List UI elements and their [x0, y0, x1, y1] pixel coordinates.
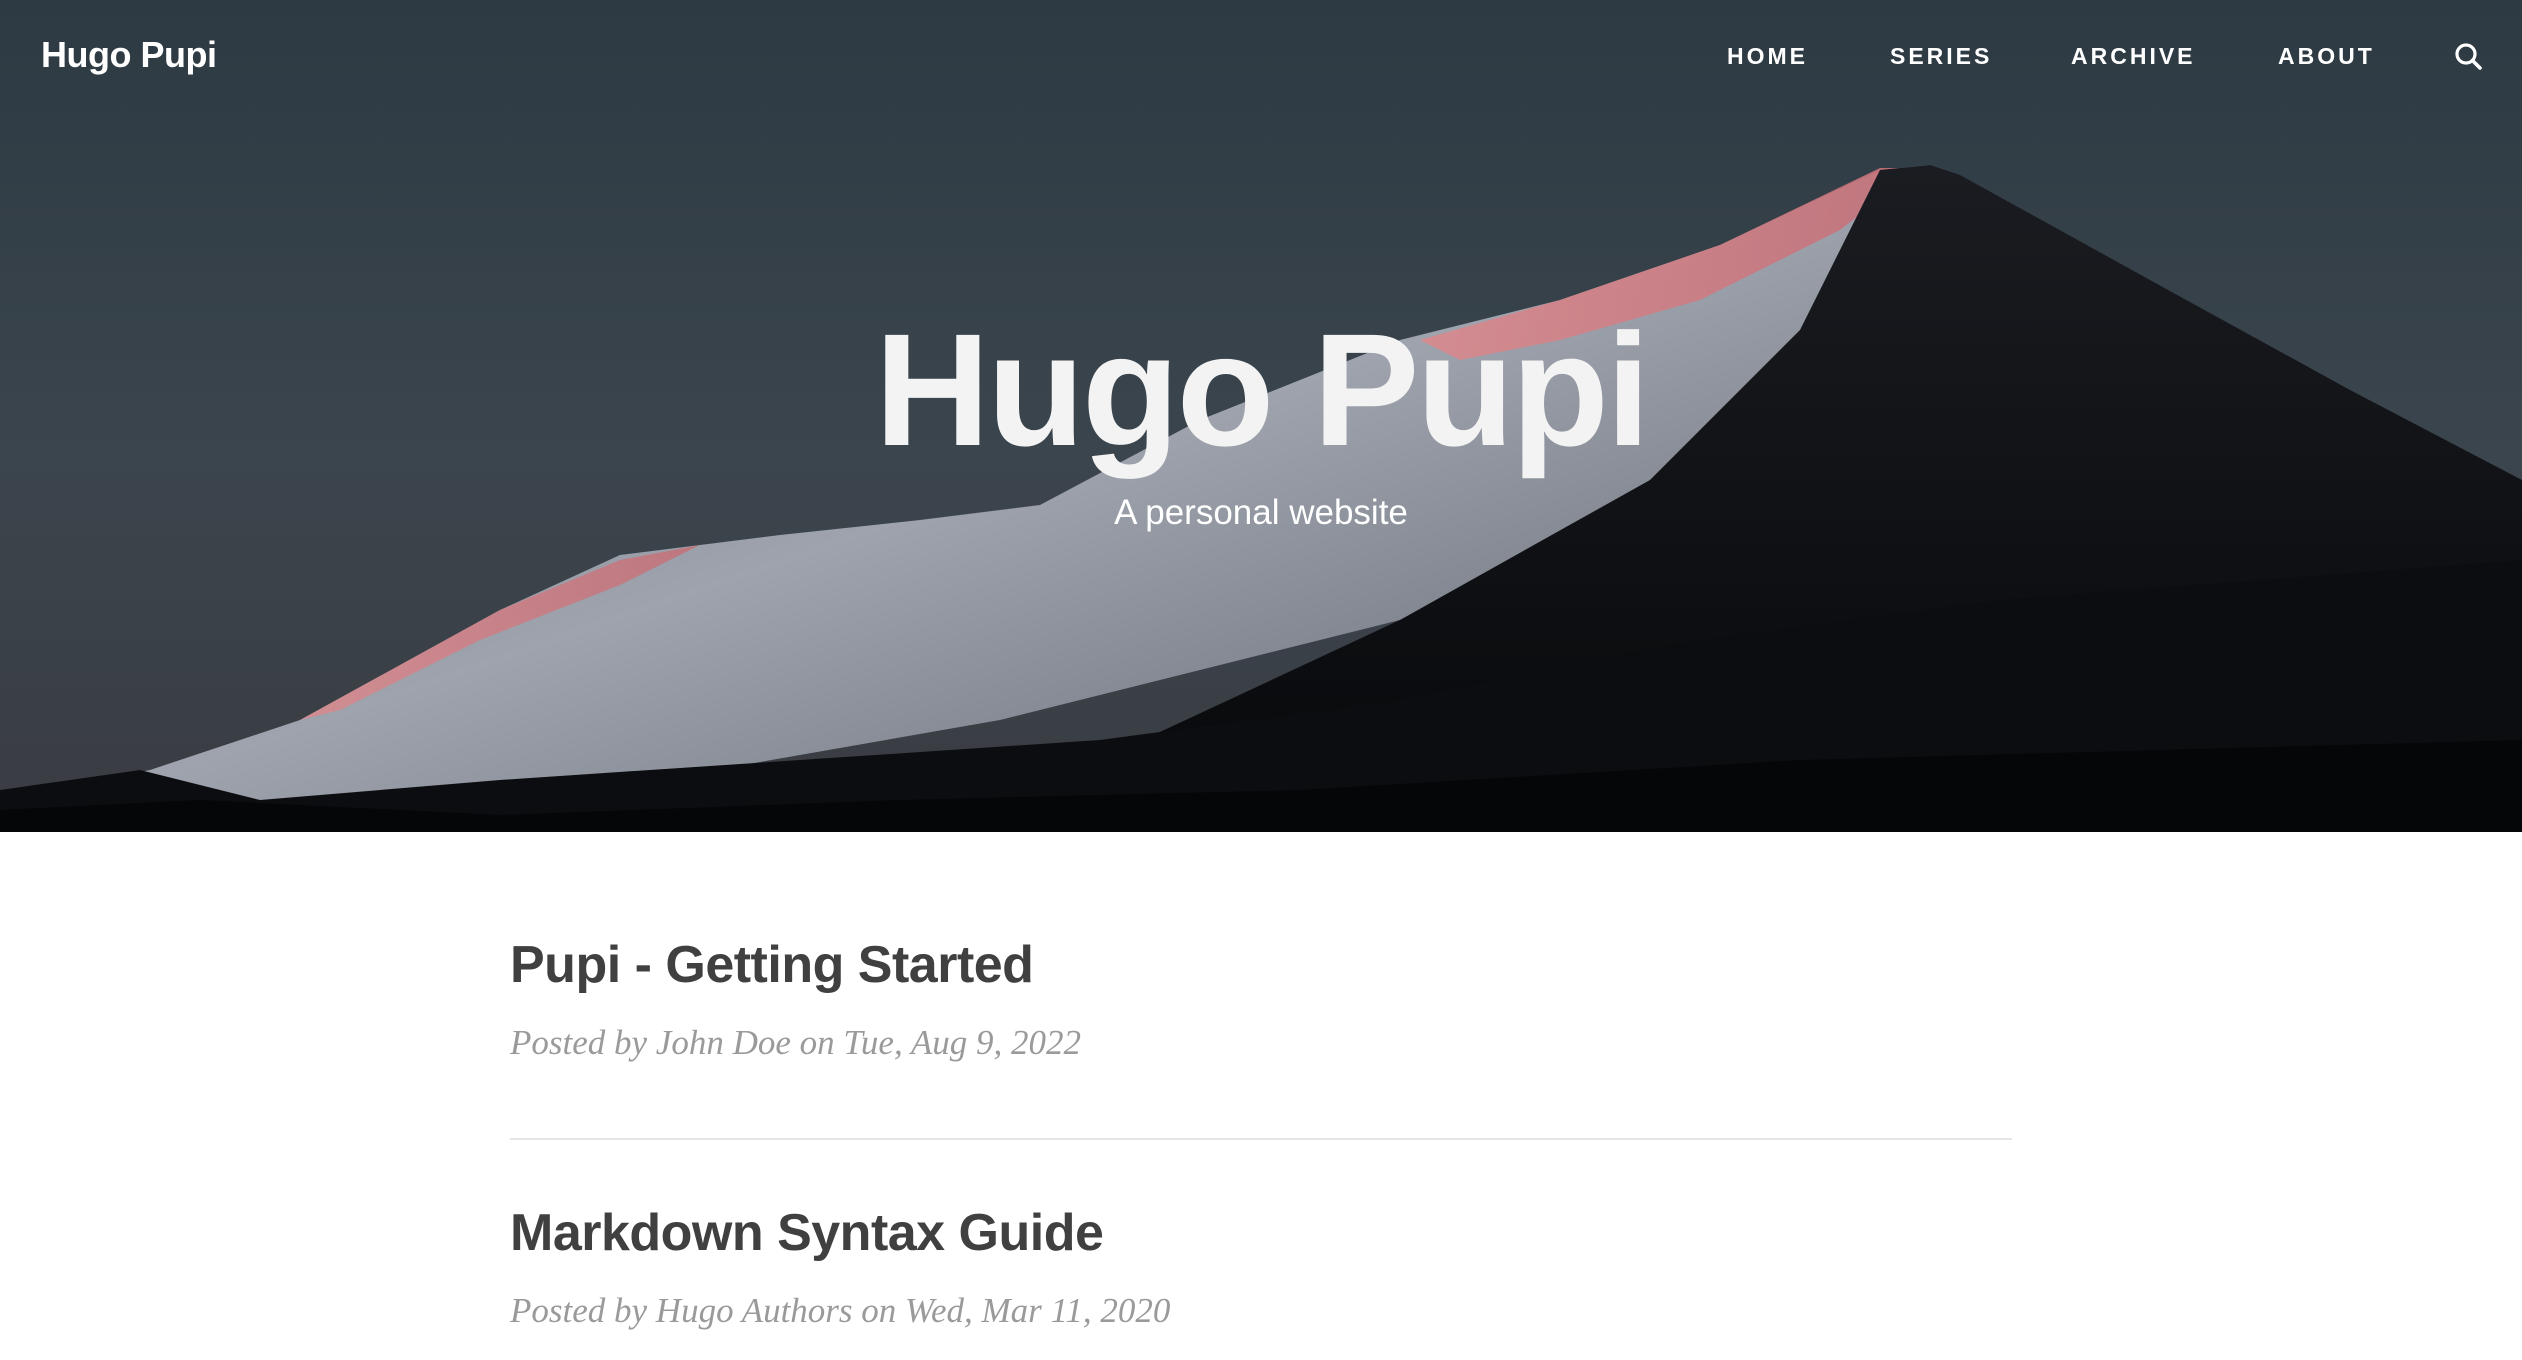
nav-about-link[interactable]: ABOUT — [2278, 43, 2375, 70]
search-icon[interactable] — [2452, 40, 2486, 74]
post-meta: Posted by John Doe on Tue, Aug 9, 2022 — [510, 1023, 1081, 1062]
nav-series-link[interactable]: SERIES — [1890, 43, 1992, 70]
post-meta: Posted by Hugo Authors on Wed, Mar 11, 2… — [510, 1291, 1171, 1330]
post-title-link[interactable]: Markdown Syntax Guide — [510, 1203, 1104, 1263]
hero-subtitle: A personal website — [1114, 493, 1408, 532]
hero-header: Hugo Pupi HOME SERIES ARCHIVE ABOUT Hugo… — [0, 0, 2522, 832]
nav-home-link[interactable]: HOME — [1727, 43, 1808, 70]
hero-title: Hugo Pupi — [874, 300, 1651, 479]
post-title-link[interactable]: Pupi - Getting Started — [510, 935, 1034, 995]
top-navbar: Hugo Pupi HOME SERIES ARCHIVE ABOUT — [0, 0, 2522, 114]
nav-archive-link[interactable]: ARCHIVE — [2071, 43, 2196, 70]
post-divider — [510, 1138, 2012, 1140]
site-brand-link[interactable]: Hugo Pupi — [41, 34, 217, 76]
